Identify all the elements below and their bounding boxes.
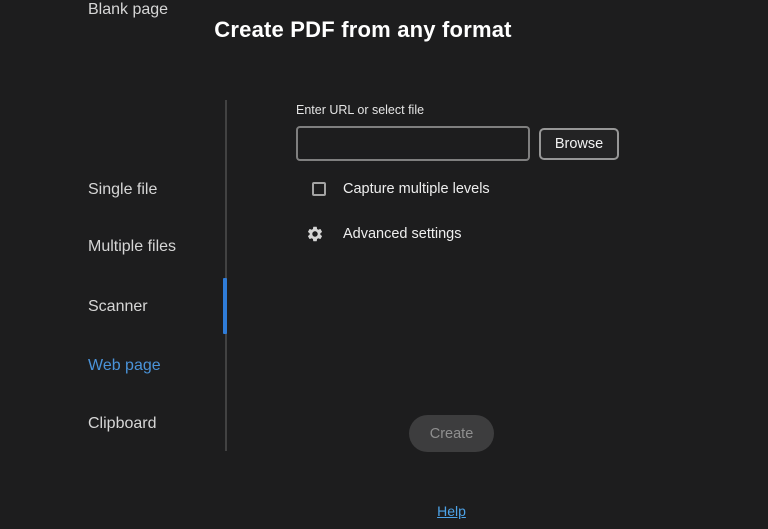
- capture-multiple-levels-label: Capture multiple levels: [343, 181, 490, 197]
- gear-icon: [306, 225, 324, 243]
- capture-multiple-levels-option[interactable]: Capture multiple levels: [312, 181, 490, 197]
- sidebar-divider: [225, 100, 227, 451]
- create-button[interactable]: Create: [409, 415, 494, 452]
- sidebar-selection-indicator: [223, 278, 227, 334]
- help-link[interactable]: Help: [437, 503, 466, 519]
- url-field-label: Enter URL or select file: [296, 103, 424, 117]
- page-title: Create PDF from any format: [0, 17, 726, 43]
- sidebar-item-blank-page[interactable]: Blank page: [88, 0, 168, 19]
- capture-multiple-levels-checkbox[interactable]: [312, 182, 326, 196]
- advanced-settings-label: Advanced settings: [343, 226, 462, 242]
- advanced-settings-button[interactable]: Advanced settings: [306, 225, 462, 243]
- browse-button[interactable]: Browse: [539, 128, 619, 160]
- sidebar-item-single-file[interactable]: Single file: [88, 180, 157, 199]
- url-input[interactable]: [296, 126, 530, 161]
- sidebar-item-web-page[interactable]: Web page: [88, 356, 161, 375]
- sidebar-item-multiple-files[interactable]: Multiple files: [88, 237, 176, 256]
- sidebar-item-clipboard[interactable]: Clipboard: [88, 414, 156, 433]
- footer: Help: [225, 503, 678, 521]
- sidebar-item-scanner[interactable]: Scanner: [88, 297, 148, 316]
